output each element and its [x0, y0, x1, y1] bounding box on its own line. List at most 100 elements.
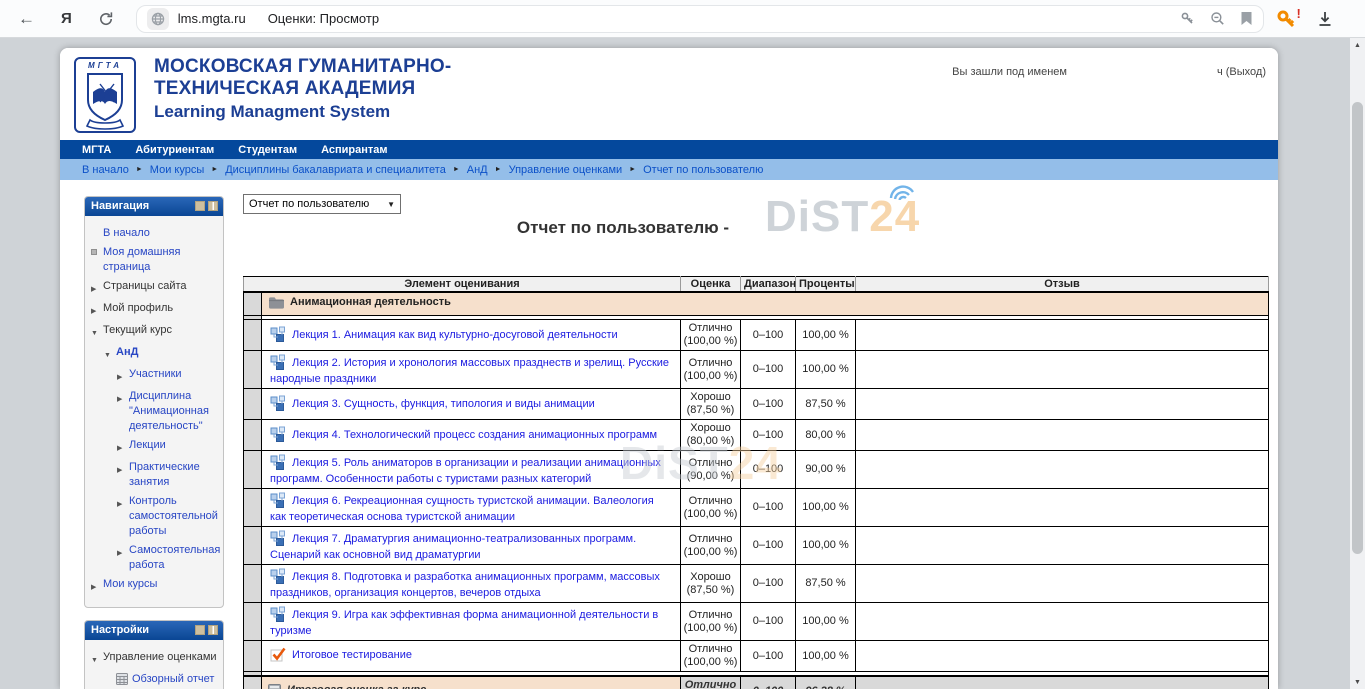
breadcrumb-item[interactable]: Отчет по пользователю — [643, 164, 763, 176]
grade-item-link[interactable]: Лекция 2. История и хронология массовых … — [270, 357, 669, 385]
sidebar-item[interactable]: В начало — [91, 226, 219, 241]
grade-item-link[interactable]: Лекция 3. Сущность, функция, типология и… — [292, 398, 595, 410]
select-dropdown-icon: ▼ — [387, 200, 395, 209]
breadcrumb-item[interactable]: Управление оценками — [509, 164, 623, 176]
grade-item-link[interactable]: Лекция 1. Анимация как вид культурно-дос… — [292, 329, 618, 341]
tree-expand-icon[interactable]: ▶ — [117, 389, 129, 434]
total-range-cell: 0–100 — [741, 676, 796, 689]
course-total-row: Итоговая оценка за курсОтлично(96,38 %)0… — [244, 676, 1269, 689]
sidebar-item-label: Лекции — [129, 438, 219, 456]
table-row: Лекция 5. Роль аниматоров в организации … — [244, 451, 1269, 489]
lesson-icon — [270, 454, 286, 473]
grade-item-link[interactable]: Лекция 4. Технологический процесс создан… — [292, 429, 657, 441]
scroll-down-icon[interactable]: ▼ — [1350, 679, 1365, 686]
breadcrumb-item[interactable]: Мои курсы — [150, 164, 204, 176]
sidebar-item[interactable]: Обзорный отчет — [91, 672, 219, 687]
tree-expand-icon[interactable]: ▶ — [117, 367, 129, 385]
sidebar-item[interactable]: ▼Текущий курс — [91, 323, 219, 341]
collapse-block-icon[interactable] — [195, 201, 205, 211]
sidebar-item[interactable]: ▶Страницы сайта — [91, 279, 219, 297]
sidebar-item-label: Текущий курс — [103, 323, 219, 341]
settings-block-body: ▼Управление оценкамиОбзорный отчетОтчет … — [85, 640, 223, 689]
breadcrumb-separator-icon: ► — [136, 166, 143, 173]
sidebar-item[interactable]: ▼АнД — [91, 345, 219, 363]
sidebar-item[interactable]: ▶Мои курсы — [91, 577, 219, 595]
sidebar-item[interactable]: ▶Дисциплина "Анимационная деятельность" — [91, 389, 219, 434]
navigation-block-body: В начало Моя домашняя страница ▶Страницы с… — [85, 216, 223, 607]
feedback-cell — [856, 389, 1269, 420]
dock-block-icon[interactable] — [208, 625, 218, 635]
percent-cell: 100,00 % — [796, 641, 856, 672]
site-title-line2: ТЕХНИЧЕСКАЯ АКАДЕМИЯ — [154, 78, 451, 100]
tree-expand-icon[interactable]: ▶ — [117, 494, 129, 539]
grade-item-link[interactable]: Лекция 6. Рекреационная сущность туристс… — [270, 495, 654, 523]
tree-collapse-icon[interactable]: ▼ — [91, 650, 103, 668]
wifi-arcs-icon — [883, 178, 917, 200]
sidebar-item-label: АнД — [116, 345, 219, 363]
lesson-icon — [270, 426, 286, 445]
password-alert-icon[interactable]: ! — [1276, 9, 1296, 29]
tree-collapse-icon[interactable]: ▼ — [104, 345, 116, 363]
indent-strip-cell — [244, 676, 262, 689]
login-prefix: Вы зашли под именем — [952, 66, 1067, 78]
navigation-block-title: Навигация — [91, 200, 149, 212]
navbar-item[interactable]: Студентам — [238, 144, 297, 156]
tree-expand-icon[interactable]: ▶ — [117, 438, 129, 456]
tree-expand-icon[interactable]: ▶ — [117, 543, 129, 573]
reload-icon[interactable] — [98, 11, 114, 27]
logout-link[interactable]: ч (Выход) — [1217, 66, 1266, 78]
password-key-icon[interactable] — [1180, 11, 1195, 26]
url-text[interactable]: lms.mgta.ru — [178, 11, 246, 26]
sidebar-item-label: Практические занятия — [129, 460, 219, 490]
scroll-up-icon[interactable]: ▲ — [1350, 42, 1365, 49]
sidebar-item[interactable]: ▶Участники — [91, 367, 219, 385]
breadcrumb-item[interactable]: АнД — [467, 164, 488, 176]
breadcrumb-item[interactable]: В начало — [82, 164, 129, 176]
sidebar-item[interactable]: ▶Контроль самостоятельной работы — [91, 494, 219, 539]
collapse-block-icon[interactable] — [195, 625, 205, 635]
tree-expand-icon[interactable]: ▶ — [91, 301, 103, 319]
tree-collapse-icon[interactable]: ▼ — [91, 323, 103, 341]
sidebar-item[interactable]: Моя домашняя страница — [91, 245, 219, 275]
tree-expand-icon[interactable]: ▶ — [117, 460, 129, 490]
tree-spacer — [91, 226, 103, 241]
sidebar-item[interactable]: ▶Практические занятия — [91, 460, 219, 490]
breadcrumb-item[interactable]: Дисциплины бакалавриата и специалитета — [225, 164, 446, 176]
table-row: Лекция 7. Драматургия анимационно-театра… — [244, 527, 1269, 565]
sidebar-item[interactable]: ▶Самостоятельная работа — [91, 543, 219, 573]
feedback-cell — [856, 351, 1269, 389]
bookmark-icon[interactable] — [1240, 11, 1253, 26]
browser-extensions-area: ! — [1276, 9, 1334, 29]
grade-item-cell: Лекция 6. Рекреационная сущность туристс… — [262, 489, 681, 527]
top-navbar: МГТА Абитуриентам Студентам Аспирантам — [60, 140, 1278, 159]
vertical-scrollbar[interactable]: ▲ ▼ — [1350, 38, 1365, 689]
calculator-icon — [268, 684, 281, 689]
tree-expand-icon[interactable]: ▶ — [91, 279, 103, 297]
grade-item-link[interactable]: Итоговое тестирование — [292, 649, 412, 661]
settings-block-title: Настройки — [91, 624, 149, 636]
grade-item-link[interactable]: Лекция 7. Драматургия анимационно-театра… — [270, 533, 636, 561]
grade-item-link[interactable]: Лекция 5. Роль аниматоров в организации … — [270, 457, 661, 485]
site-title-line1: МОСКОВСКАЯ ГУМАНИТАРНО- — [154, 56, 451, 78]
sidebar-item[interactable]: ▶Лекции — [91, 438, 219, 456]
downloads-icon[interactable] — [1316, 10, 1334, 28]
sidebar-item[interactable]: ▼Управление оценками — [91, 650, 219, 668]
navigation-block-header: Навигация — [85, 197, 223, 216]
back-icon[interactable]: ← — [18, 10, 35, 27]
tree-expand-icon[interactable]: ▶ — [91, 577, 103, 595]
address-bar[interactable]: lms.mgta.ru Оценки: Просмотр — [136, 5, 1264, 33]
feedback-cell — [856, 641, 1269, 672]
navbar-item[interactable]: МГТА — [82, 144, 111, 156]
zoom-find-icon[interactable] — [1210, 11, 1225, 26]
sidebar-item[interactable]: ▶Мой профиль — [91, 301, 219, 319]
yandex-browser-icon[interactable]: Я — [61, 11, 72, 26]
grade-item-link[interactable]: Лекция 8. Подготовка и разработка анимац… — [270, 571, 660, 599]
scrollbar-thumb[interactable] — [1352, 102, 1363, 554]
navbar-item[interactable]: Аспирантам — [321, 144, 387, 156]
dock-block-icon[interactable] — [208, 201, 218, 211]
report-type-select[interactable]: Отчет по пользователю ▼ — [243, 194, 401, 214]
table-row: Лекция 6. Рекреационная сущность туристс… — [244, 489, 1269, 527]
sidebar: Навигация В начало Моя домашняя страница ▶… — [84, 196, 224, 689]
navbar-item[interactable]: Абитуриентам — [135, 144, 214, 156]
grade-item-link[interactable]: Лекция 9. Игра как эффективная форма ани… — [270, 609, 658, 637]
